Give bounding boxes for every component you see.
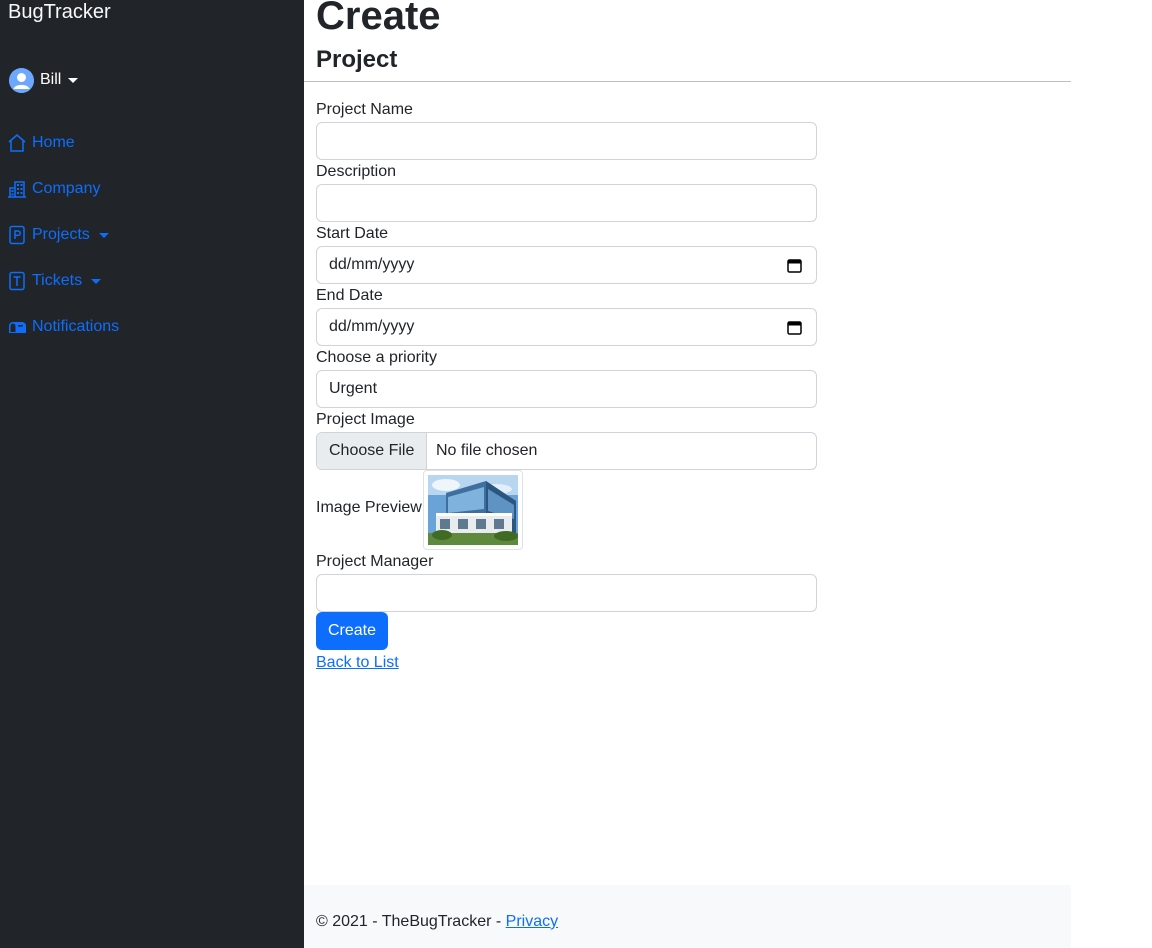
end-date-input[interactable]: dd/mm/yyyy xyxy=(316,308,817,346)
description-input[interactable] xyxy=(316,184,817,222)
project-name-label: Project Name xyxy=(316,101,413,118)
start-date-input[interactable]: dd/mm/yyyy xyxy=(316,246,817,284)
sidebar-item-projects[interactable]: Projects xyxy=(7,222,119,248)
sidebar-item-tickets[interactable]: Tickets xyxy=(7,268,119,294)
project-image-file-input[interactable]: Choose File No file chosen xyxy=(316,432,817,470)
page-title: Create xyxy=(316,0,441,38)
sidebar-item-label: Tickets xyxy=(32,272,83,289)
start-date-label: Start Date xyxy=(316,225,389,242)
end-date-label: End Date xyxy=(316,287,383,304)
user-avatar-icon xyxy=(9,67,34,93)
user-name: Bill xyxy=(40,71,62,88)
calendar-icon[interactable] xyxy=(787,320,802,335)
building-photo-icon xyxy=(428,475,518,545)
sidebar-item-company[interactable]: Company xyxy=(7,176,119,202)
sidebar-item-notifications[interactable]: Notifications xyxy=(7,314,119,340)
page-subtitle: Project xyxy=(316,46,398,73)
mailbox-icon xyxy=(7,317,27,337)
building-icon xyxy=(7,179,27,199)
ticket-icon xyxy=(7,271,27,291)
image-preview xyxy=(423,470,523,550)
footer-text: © 2021 - TheBugTracker - xyxy=(316,913,506,930)
create-button[interactable]: Create xyxy=(316,612,388,650)
footer: © 2021 - TheBugTracker - Privacy xyxy=(304,885,1071,948)
sidebar-item-home[interactable]: Home xyxy=(7,130,119,156)
project-manager-label: Project Manager xyxy=(316,553,434,570)
user-menu-toggle[interactable]: Bill xyxy=(9,67,79,93)
privacy-link[interactable]: Privacy xyxy=(506,913,558,930)
brand-title[interactable]: BugTracker xyxy=(8,0,111,24)
footer-text-container: © 2021 - TheBugTracker - Privacy xyxy=(316,912,558,932)
project-name-input[interactable] xyxy=(316,122,817,160)
end-date-value: dd/mm/yyyy xyxy=(329,318,415,335)
image-preview-label: Image Preview xyxy=(316,499,422,516)
project-image-label: Project Image xyxy=(316,411,415,428)
priority-label: Choose a priority xyxy=(316,349,437,366)
calendar-icon[interactable] xyxy=(787,258,802,273)
chevron-down-icon xyxy=(68,77,79,83)
priority-value: Urgent xyxy=(329,380,378,397)
sidebar-item-label: Notifications xyxy=(32,318,120,335)
chevron-down-icon xyxy=(98,232,109,238)
description-label: Description xyxy=(316,163,397,180)
choose-file-button[interactable]: Choose File xyxy=(317,433,428,469)
divider xyxy=(304,81,1071,82)
priority-select[interactable]: Urgent xyxy=(316,370,817,408)
start-date-value: dd/mm/yyyy xyxy=(329,256,415,273)
project-icon xyxy=(7,225,27,245)
sidebar-item-label: Company xyxy=(32,180,101,197)
chevron-down-icon xyxy=(91,278,102,284)
sidebar-nav: Home Company Projects Tickets Notificati… xyxy=(7,130,119,360)
project-manager-select[interactable] xyxy=(316,574,817,612)
file-status: No file chosen xyxy=(436,442,538,459)
back-to-list-link[interactable]: Back to List xyxy=(316,653,399,673)
sidebar: BugTracker Bill Home Company Projects Ti… xyxy=(0,0,304,948)
sidebar-item-label: Projects xyxy=(32,226,90,243)
house-icon xyxy=(7,133,27,153)
sidebar-item-label: Home xyxy=(32,134,75,151)
